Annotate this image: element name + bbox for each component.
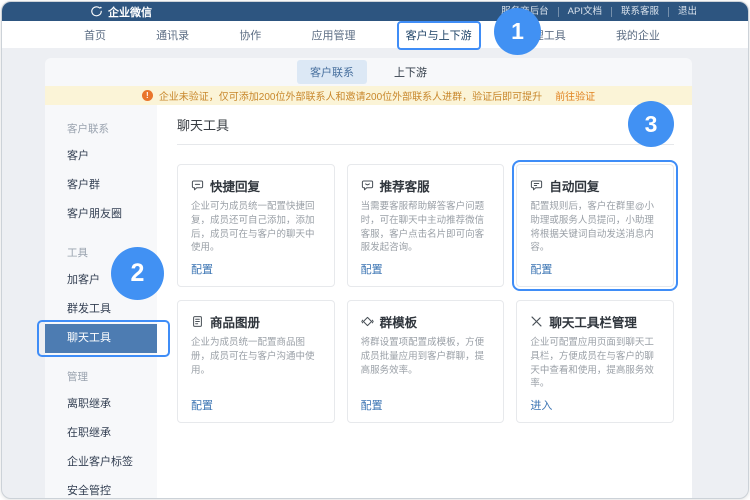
sidebar-group-management: 管理 [45,369,157,384]
go-verify-link[interactable]: 前往验证 [555,88,595,103]
page-title: 聊天工具 [177,115,674,134]
annotation-badge-2: 2 [111,247,164,300]
group-template-icon [361,315,374,328]
sidebar-item-customer-moments[interactable]: 客户朋友圈 [45,200,157,229]
verification-banner: ! 企业未验证，仅可添加200位外部联系人和邀请200位外部联系人进群，验证后即… [45,86,692,105]
card-auto-reply[interactable]: 自动回复 配置规则后，客户在群里@小助理或服务人员提问，小助理将根据关键词自动发… [516,164,674,287]
card-group-template[interactable]: 群模板 将群设置项配置成模板，方便成员批量应用到客户群聊，提高服务效率。 配置 [347,300,505,423]
annotation-badge-3: 3 [628,101,674,147]
card-description: 企业可为成员统一配置快捷回复，成员还可自己添加，添加后，成员可在与客户的聊天中使… [191,200,321,255]
nav-item-customers-updownstream[interactable]: 客户与上下游 [406,27,472,43]
recommend-service-icon [361,179,374,192]
link-logout[interactable]: 退出 [668,7,706,17]
nav-item-contacts[interactable]: 通讯录 [156,27,189,43]
nav-item-home[interactable]: 首页 [84,27,106,43]
title-divider [177,144,674,145]
card-header: 聊天工具栏管理 [530,312,660,331]
sidebar-item-label: 聊天工具 [67,332,111,344]
configure-link[interactable]: 配置 [530,261,660,277]
card-title: 聊天工具栏管理 [549,312,637,331]
secondary-tabs: 客户联系 上下游 [45,58,692,86]
card-header: 群模板 [361,312,491,331]
link-contact-support[interactable]: 联系客服 [611,7,668,17]
chat-bubble-logo-icon [90,5,103,18]
nav-item-label: 客户与上下游 [406,30,472,42]
sidebar-group-customer-contact: 客户联系 [45,121,157,136]
card-header: 商品图册 [191,312,321,331]
card-title: 推荐客服 [380,176,430,195]
wechat-work-logo: 企业微信 [90,4,152,20]
tab-customer-contact[interactable]: 客户联系 [297,60,367,84]
card-header: 自动回复 [530,176,660,195]
quick-reply-icon [191,179,204,192]
sidebar-item-chat-tools[interactable]: 聊天工具 [45,324,157,353]
main-nav: 首页 通讯录 协作 应用管理 客户与上下游 管理工具 我的企业 [2,21,748,48]
card-description: 当需要客服帮助解答客户问题时，可在聊天中主动推荐微信客服，客户点击名片即可向客服… [361,200,491,255]
app-window: 企业微信 服务商后台 API文档 联系客服 退出 首页 通讯录 协作 应用管理 … [1,1,749,499]
annotation-badge-1: 1 [494,8,541,55]
tab-updownstream[interactable]: 上下游 [381,60,440,84]
nav-item-my-company[interactable]: 我的企业 [616,27,660,43]
nav-item-collaboration[interactable]: 协作 [239,27,261,43]
sidebar-item-onjob-inherit[interactable]: 在职继承 [45,419,157,448]
main-content: 聊天工具 快捷回复 [157,105,692,498]
card-description: 将群设置项配置成模板，方便成员批量应用到客户群聊，提高服务效率。 [361,336,491,377]
card-description: 配置规则后，客户在群里@小助理或服务人员提问，小助理将根据关键词自动发送消息内容… [530,200,660,255]
sidebar-item-customer-tags[interactable]: 企业客户标签 [45,448,157,477]
enter-link[interactable]: 进入 [530,397,660,413]
top-bar: 企业微信 服务商后台 API文档 联系客服 退出 [2,2,748,21]
card-header: 推荐客服 [361,176,491,195]
banner-text: 企业未验证，仅可添加200位外部联系人和邀请200位外部联系人进群，验证后即可提… [159,88,542,103]
sidebar-item-resigned-inherit[interactable]: 离职继承 [45,390,157,419]
auto-reply-icon [530,179,543,192]
toolbar-manage-icon [530,315,543,328]
card-product-catalog[interactable]: 商品图册 企业为成员统一配置商品图册，成员可在与客户沟通中使用。 配置 [177,300,335,423]
logo-text: 企业微信 [108,4,152,20]
sidebar-item-customers[interactable]: 客户 [45,142,157,171]
warning-icon: ! [142,90,153,101]
link-api-docs[interactable]: API文档 [558,7,611,17]
card-header: 快捷回复 [191,176,321,195]
configure-link[interactable]: 配置 [191,261,321,277]
sidebar: 客户联系 客户 客户群 客户朋友圈 工具 加客户 群发工具 聊天工具 管理 离职… [45,105,157,498]
card-recommend-service[interactable]: 推荐客服 当需要客服帮助解答客户问题时，可在聊天中主动推荐微信客服，客户点击名片… [347,164,505,287]
panel-body: 客户联系 客户 客户群 客户朋友圈 工具 加客户 群发工具 聊天工具 管理 离职… [45,105,692,498]
card-title: 群模板 [380,312,418,331]
card-toolbar-management[interactable]: 聊天工具栏管理 企业可配置应用页面到聊天工具栏，方便成员在与客户的聊天中查看和使… [516,300,674,423]
card-description: 企业可配置应用页面到聊天工具栏，方便成员在与客户的聊天中查看和使用，提高服务效率… [530,336,660,391]
configure-link[interactable]: 配置 [361,261,491,277]
configure-link[interactable]: 配置 [361,397,491,413]
card-quick-reply[interactable]: 快捷回复 企业可为成员统一配置快捷回复，成员还可自己添加，添加后，成员可在与客户… [177,164,335,287]
card-title: 商品图册 [210,312,260,331]
configure-link[interactable]: 配置 [191,397,321,413]
card-title: 快捷回复 [210,176,260,195]
card-description: 企业为成员统一配置商品图册，成员可在与客户沟通中使用。 [191,336,321,377]
nav-item-app-management[interactable]: 应用管理 [311,27,355,43]
product-catalog-icon [191,315,204,328]
feature-cards: 快捷回复 企业可为成员统一配置快捷回复，成员还可自己添加，添加后，成员可在与客户… [177,164,674,423]
sidebar-item-security-control[interactable]: 安全管控 [45,477,157,499]
card-title: 自动回复 [549,176,599,195]
sidebar-item-customer-groups[interactable]: 客户群 [45,171,157,200]
